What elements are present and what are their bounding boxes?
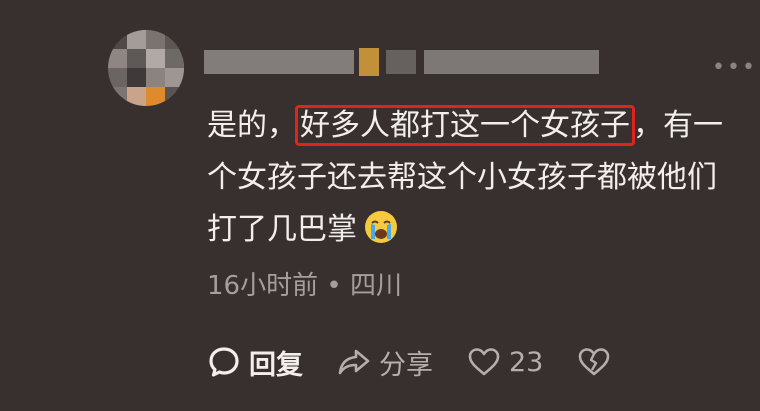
share-label: 分享 <box>379 349 433 381</box>
comment-meta: 16小时前 • 四川 <box>207 265 402 302</box>
like-count: 23 <box>509 346 544 378</box>
meta-separator: • <box>326 271 342 301</box>
timestamp: 16小时前 <box>207 271 319 301</box>
heart-icon <box>468 348 500 376</box>
share-button[interactable]: 分享 <box>337 343 433 382</box>
broken-heart-icon <box>579 348 610 376</box>
reply-button[interactable]: 回复 <box>207 343 303 382</box>
reply-label: 回复 <box>249 349 303 381</box>
username-blurred[interactable] <box>204 46 604 80</box>
dislike-button[interactable] <box>577 345 619 379</box>
highlighted-phrase: 好多人都打这一个女孩子 <box>295 105 635 146</box>
comment-bubble-icon <box>209 347 239 377</box>
comment-prefix: 是的， <box>207 108 297 143</box>
avatar[interactable] <box>108 30 184 106</box>
more-icon[interactable]: ••• <box>712 57 755 79</box>
location: 四川 <box>349 271 402 301</box>
crying-face-icon <box>363 209 399 245</box>
comment-text: 是的， 好多人都打这一个女孩子 ，有一个女孩子还去帮这个小女孩子都被他们打了几巴掌 <box>207 100 737 256</box>
action-bar: 回复 分享 23 <box>207 340 653 384</box>
share-arrow-icon <box>338 349 370 375</box>
like-button[interactable]: 23 <box>467 345 543 379</box>
